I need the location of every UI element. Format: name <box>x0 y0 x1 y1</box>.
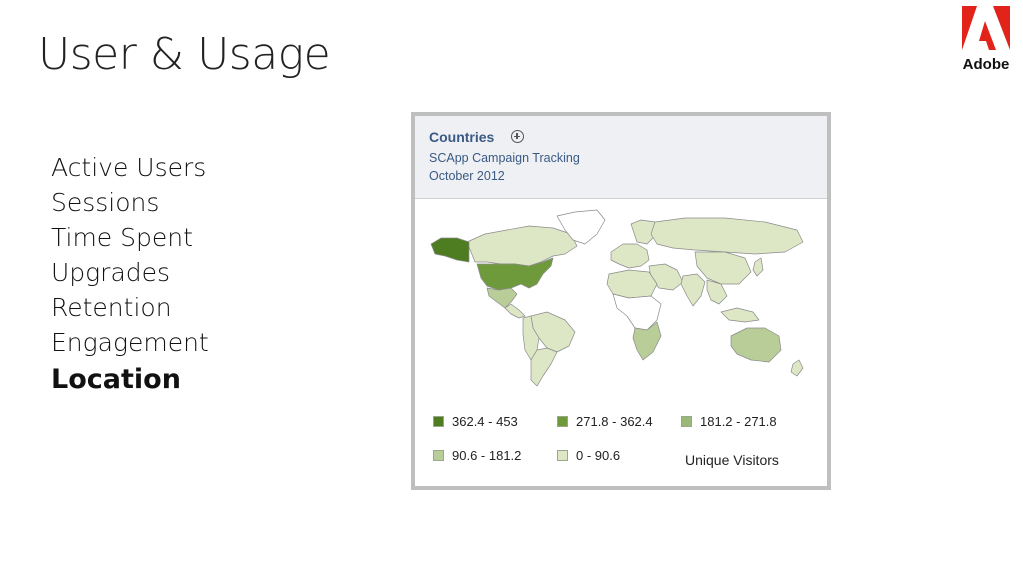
legend-label-3: 181.2 - 271.8 <box>700 414 777 429</box>
legend-item-1: 362.4 - 453 <box>433 414 518 430</box>
legend-item-5: 0 - 90.6 <box>557 448 620 464</box>
slide-title: User & Usage <box>38 29 331 80</box>
topic-item-engagement: Engagement <box>51 328 209 357</box>
report-title: Countries <box>429 129 495 145</box>
adobe-logo-text: Adobe <box>962 56 1010 73</box>
legend-label-4: 90.6 - 181.2 <box>452 448 522 463</box>
topic-item-upgrades: Upgrades <box>51 258 171 287</box>
countries-report-panel: Countries SCApp Campaign Tracking Octobe… <box>411 112 831 490</box>
legend-item-4: 90.6 - 181.2 <box>433 448 521 464</box>
world-map <box>425 204 823 404</box>
legend-metric-label: Unique Visitors <box>685 452 779 468</box>
legend-item-3: 181.2 - 271.8 <box>681 414 777 430</box>
topic-list: Active Users Sessions Time Spent Upgrade… <box>51 150 209 400</box>
legend-label-2: 271.8 - 362.4 <box>576 414 653 429</box>
legend-swatch-1 <box>433 416 444 427</box>
topic-item-sessions: Sessions <box>51 188 160 217</box>
report-header: Countries SCApp Campaign Tracking Octobe… <box>415 116 827 199</box>
topic-item-location: Location <box>51 364 181 395</box>
topic-item-active-users: Active Users <box>51 153 207 182</box>
legend-swatch-5 <box>557 450 568 461</box>
legend-swatch-2 <box>557 416 568 427</box>
topic-item-retention: Retention <box>51 293 172 322</box>
report-subtitle: SCApp Campaign Tracking <box>429 151 580 165</box>
topic-item-time-spent: Time Spent <box>51 223 193 252</box>
legend-label-5: 0 - 90.6 <box>576 448 621 463</box>
adobe-logo: Adobe <box>955 4 1017 78</box>
legend-item-2: 271.8 - 362.4 <box>557 414 653 430</box>
add-circle-icon[interactable] <box>511 130 524 143</box>
legend-label-1: 362.4 - 453 <box>452 414 518 429</box>
adobe-logo-icon <box>962 6 1010 50</box>
legend-swatch-3 <box>681 416 692 427</box>
legend-swatch-4 <box>433 450 444 461</box>
report-period: October 2012 <box>429 169 505 183</box>
region-north-africa <box>606 269 658 299</box>
